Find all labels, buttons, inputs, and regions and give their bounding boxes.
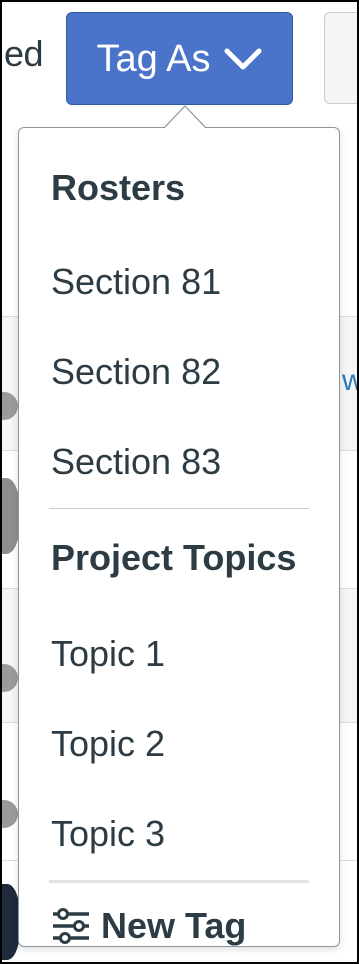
menu-caret [164,105,206,128]
menu-heading-rosters: Rosters [51,167,186,208]
menu-divider [49,508,309,509]
menu-item-topic-1[interactable]: Topic 1 [51,636,165,672]
avatar [0,884,20,960]
background-button[interactable] [324,12,359,104]
menu-item-topic-2[interactable]: Topic 2 [51,726,165,762]
menu-item-topic-3[interactable]: Topic 3 [51,816,165,852]
menu-divider [49,880,309,883]
menu-item-section-82[interactable]: Section 82 [51,354,221,390]
background-partial-link[interactable]: w [342,366,359,396]
menu-item-section-81[interactable]: Section 81 [51,264,221,300]
background-partial-text: ed [4,33,44,74]
menu-heading-project-topics: Project Topics [51,537,297,578]
tag-as-button[interactable]: Tag As [66,12,293,105]
sliders-icon [51,908,91,944]
avatar [0,800,18,828]
avatar [0,478,20,554]
tag-as-label: Tag As [96,37,211,80]
menu-item-section-83[interactable]: Section 83 [51,444,221,480]
new-tag-label: New Tag [101,905,247,946]
tag-dropdown-menu: Rosters Section 81 Section 82 Section 83… [18,127,340,947]
new-tag-button[interactable]: New Tag [51,908,246,944]
chevron-down-icon [223,47,263,71]
